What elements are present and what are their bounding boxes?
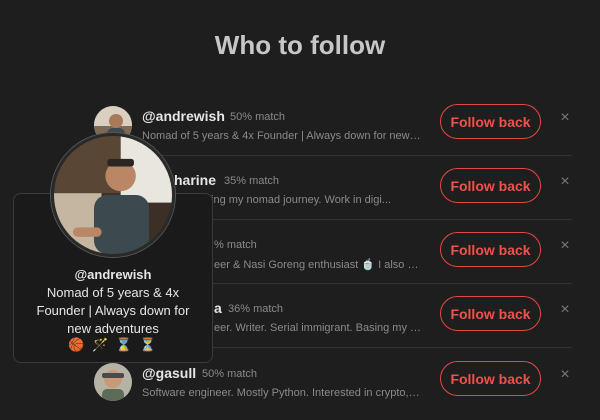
- match-percent: 50% match: [202, 368, 258, 380]
- user-handle[interactable]: @gasull: [142, 365, 196, 381]
- close-icon[interactable]: ×: [557, 367, 573, 383]
- user-bio: eer & Nasi Goreng enthusiast 🍵 I also pl…: [214, 259, 424, 271]
- close-icon[interactable]: ×: [557, 238, 573, 254]
- divider: [94, 155, 572, 156]
- match-percent: 35% match: [224, 175, 280, 187]
- user-bio: Software engineer. Mostly Python. Intere…: [142, 387, 422, 399]
- user-handle[interactable]: harine: [174, 172, 216, 188]
- user-handle[interactable]: a: [214, 300, 222, 316]
- avatar[interactable]: [94, 363, 132, 401]
- who-to-follow-page: Who to follow @andrewish 50% match Nomad…: [0, 0, 600, 420]
- close-icon[interactable]: ×: [557, 110, 573, 126]
- match-percent: 50% match: [230, 111, 286, 123]
- user-bio: Nomad of 5 years & 4x Founder | Always d…: [142, 130, 422, 142]
- follow-back-button[interactable]: Follow back: [440, 361, 541, 396]
- hovercard-bio: Nomad of 5 years & 4x Founder | Always d…: [36, 285, 190, 336]
- user-bio: eer. Writer. Serial immigrant. Basing my…: [214, 322, 424, 334]
- close-icon[interactable]: ×: [557, 302, 573, 318]
- hovercard-emojis: 🏀 🪄 ⌛ ⏳: [68, 337, 158, 352]
- page-title: Who to follow: [214, 30, 386, 60]
- match-percent: % match: [214, 239, 257, 251]
- close-icon[interactable]: ×: [557, 174, 573, 190]
- follow-back-button[interactable]: Follow back: [440, 232, 541, 267]
- hovercard-avatar[interactable]: [51, 133, 175, 257]
- follow-back-button[interactable]: Follow back: [440, 104, 541, 139]
- follow-back-button[interactable]: Follow back: [440, 296, 541, 331]
- user-handle[interactable]: @andrewish: [142, 108, 225, 124]
- user-bio: st starting my nomad journey. Work in di…: [178, 194, 391, 206]
- hovercard-handle[interactable]: @andrewish: [14, 267, 212, 282]
- match-percent: 36% match: [228, 303, 284, 315]
- list-item: @gasull 50% match Software engineer. Mos…: [94, 357, 574, 420]
- follow-back-button[interactable]: Follow back: [440, 168, 541, 203]
